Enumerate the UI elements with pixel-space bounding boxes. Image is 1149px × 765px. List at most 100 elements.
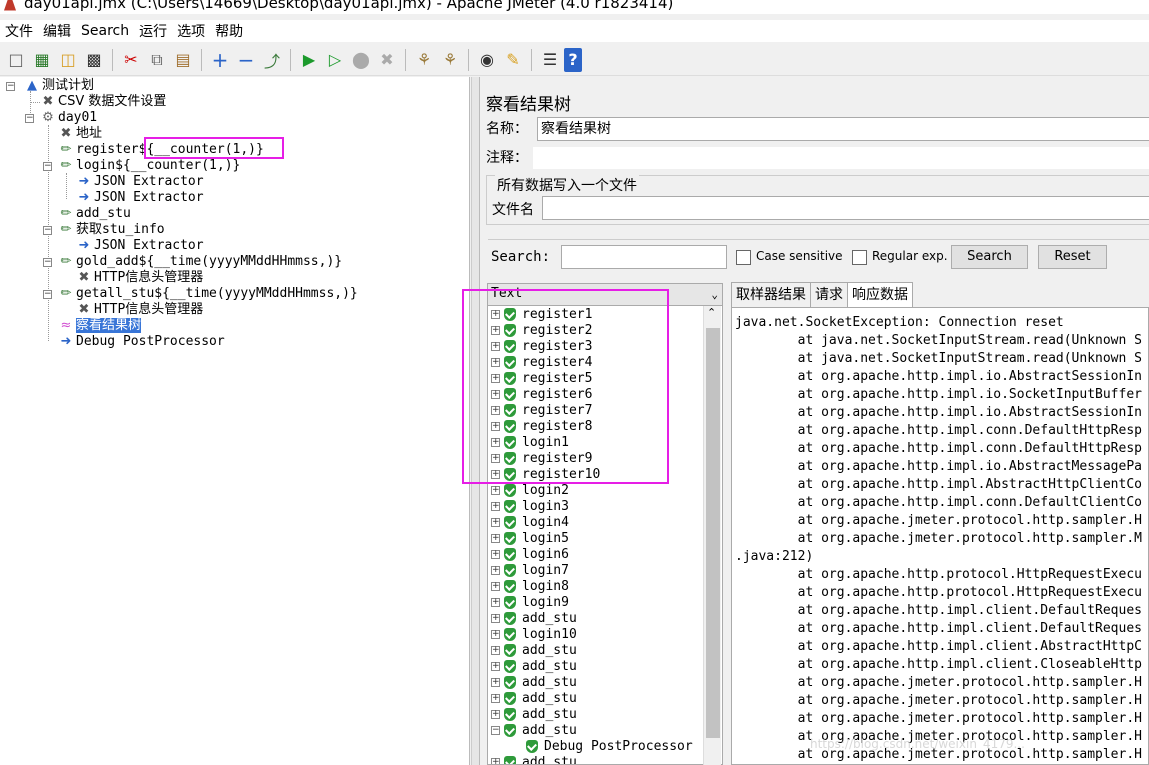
result-item[interactable]: + register2 [488, 323, 592, 339]
result-item[interactable]: + login6 [488, 547, 569, 563]
result-item[interactable]: + register7 [488, 403, 592, 419]
result-item[interactable]: + add_stu [488, 691, 577, 707]
result-item[interactable]: + register3 [488, 339, 592, 355]
tree-node-header-manager-2[interactable]: ✖ HTTP信息头管理器 [76, 302, 204, 318]
tree-node-json-extractor-2[interactable]: ➜ JSON Extractor [76, 190, 204, 206]
tree-node-view-results-tree[interactable]: ≈ 察看结果树 [58, 318, 142, 334]
tree-expander[interactable]: + [491, 438, 500, 447]
tree-node-register[interactable]: ✏ register${__counter(1,)} [58, 142, 264, 158]
result-item[interactable]: + add_stu [488, 755, 577, 764]
result-item[interactable]: + add_stu [488, 643, 577, 659]
tree-expander[interactable]: − [43, 226, 52, 235]
tree-expander[interactable]: + [491, 486, 500, 495]
clear-icon[interactable]: ⚘ [412, 48, 436, 72]
tree-expander[interactable]: + [491, 678, 500, 687]
result-item[interactable]: + add_stu [488, 707, 577, 723]
new-icon[interactable]: □ [4, 48, 28, 72]
tree-expander[interactable]: + [491, 342, 500, 351]
tree-expander[interactable]: − [6, 82, 15, 91]
filename-field[interactable] [542, 196, 1149, 220]
tree-expander[interactable]: + [491, 646, 500, 655]
reset-button[interactable]: Reset [1038, 245, 1107, 269]
result-item[interactable]: + login9 [488, 595, 569, 611]
toggle-icon[interactable]: ⤴ [260, 48, 284, 72]
tree-expander[interactable]: + [491, 374, 500, 383]
tree-expander[interactable]: + [491, 454, 500, 463]
result-item[interactable]: + register10 [488, 467, 600, 483]
tree-expander[interactable]: − [491, 726, 500, 735]
tree-expander[interactable]: + [491, 470, 500, 479]
tree-node-gold-add[interactable]: ✏ gold_add${__time(yyyyMMddHHmmss,)} [58, 254, 343, 270]
result-item[interactable]: + register8 [488, 419, 592, 435]
tab-request[interactable]: 请求 [810, 282, 848, 307]
tree-expander[interactable]: − [43, 290, 52, 299]
tree-node-json-extractor-1[interactable]: ➜ JSON Extractor [76, 174, 204, 190]
tree-node-login[interactable]: ✏ login${__counter(1,)} [58, 158, 241, 174]
help-icon[interactable]: ? [564, 47, 582, 72]
result-item[interactable]: + login8 [488, 579, 569, 595]
tree-expander[interactable]: − [43, 162, 52, 171]
tree-expander[interactable]: + [491, 358, 500, 367]
name-field[interactable]: 察看结果树 [537, 117, 1149, 141]
result-item[interactable]: + login4 [488, 515, 569, 531]
templates-icon[interactable]: ▦ [30, 48, 54, 72]
search-button[interactable]: Search [951, 245, 1028, 269]
tree-expander[interactable]: + [491, 694, 500, 703]
cut-icon[interactable]: ✂ [119, 48, 143, 72]
expand-icon[interactable]: + [208, 48, 232, 72]
search-input[interactable] [561, 245, 727, 269]
tree-expander[interactable]: + [491, 406, 500, 415]
regex-checkbox[interactable] [852, 250, 867, 265]
menu-options[interactable]: 选项 [172, 21, 210, 41]
result-item[interactable]: + register5 [488, 371, 592, 387]
open-icon[interactable]: ◫ [56, 48, 80, 72]
tree-node-json-extractor-3[interactable]: ➜ JSON Extractor [76, 238, 204, 254]
tree-expander[interactable]: + [491, 310, 500, 319]
tree-expander[interactable]: + [491, 758, 500, 764]
result-item[interactable]: + login5 [488, 531, 569, 547]
tree-expander[interactable]: − [43, 258, 52, 267]
tree-node-getall-stu[interactable]: ✏ getall_stu${__time(yyyyMMddHHmmss,)} [58, 286, 358, 302]
tree-expander[interactable]: + [491, 550, 500, 559]
tree-expander[interactable]: + [491, 390, 500, 399]
tree-node-add-stu[interactable]: ✏ add_stu [58, 206, 131, 222]
tree-expander[interactable]: + [491, 710, 500, 719]
tree-node-csv[interactable]: ✖ CSV 数据文件设置 [40, 94, 167, 110]
case-sensitive-checkbox[interactable] [736, 250, 751, 265]
clear-all-icon[interactable]: ⚘ [438, 48, 462, 72]
paste-icon[interactable]: ▤ [171, 48, 195, 72]
tree-expander[interactable]: + [491, 630, 500, 639]
result-item[interactable]: + login10 [488, 627, 577, 643]
result-item[interactable]: + login1 [488, 435, 569, 451]
tree-node-get-stu-info[interactable]: ✏ 获取stu_info [58, 222, 165, 238]
copy-icon[interactable]: ⧉ [145, 48, 169, 72]
menu-file[interactable]: 文件 [0, 21, 38, 41]
result-child-item[interactable]: Debug PostProcessor [526, 739, 693, 755]
tree-expander[interactable]: + [491, 518, 500, 527]
tree-expander[interactable]: + [491, 502, 500, 511]
menu-run[interactable]: 运行 [134, 21, 172, 41]
result-item[interactable]: + add_stu [488, 659, 577, 675]
tree-node-thread-group[interactable]: ⚙ day01 [40, 110, 97, 126]
tree-expander[interactable]: + [491, 614, 500, 623]
menu-search[interactable]: Search [76, 23, 134, 39]
result-item[interactable]: + register4 [488, 355, 592, 371]
response-data-text[interactable]: java.net.SocketException: Connection res… [731, 307, 1149, 765]
reset-search-icon[interactable]: ✎ [501, 48, 525, 72]
shutdown-icon[interactable]: ✖ [375, 48, 399, 72]
menu-edit[interactable]: 编辑 [38, 21, 76, 41]
result-item[interactable]: + login7 [488, 563, 569, 579]
tree-expander[interactable]: + [491, 662, 500, 671]
tree-expander[interactable]: + [491, 534, 500, 543]
tab-response-data[interactable]: 响应数据 [847, 282, 913, 307]
renderer-select[interactable]: Text ⌄ [488, 284, 722, 306]
tab-sampler-result[interactable]: 取样器结果 [731, 282, 811, 307]
menu-help[interactable]: 帮助 [210, 21, 248, 41]
result-item[interactable]: + register1 [488, 307, 592, 323]
tree-expander[interactable]: + [491, 598, 500, 607]
tree-expander[interactable]: + [491, 422, 500, 431]
tree-expander[interactable]: − [25, 114, 34, 123]
tree-expander[interactable]: + [491, 566, 500, 575]
comment-field[interactable] [532, 146, 1149, 170]
result-item[interactable]: + add_stu [488, 675, 577, 691]
